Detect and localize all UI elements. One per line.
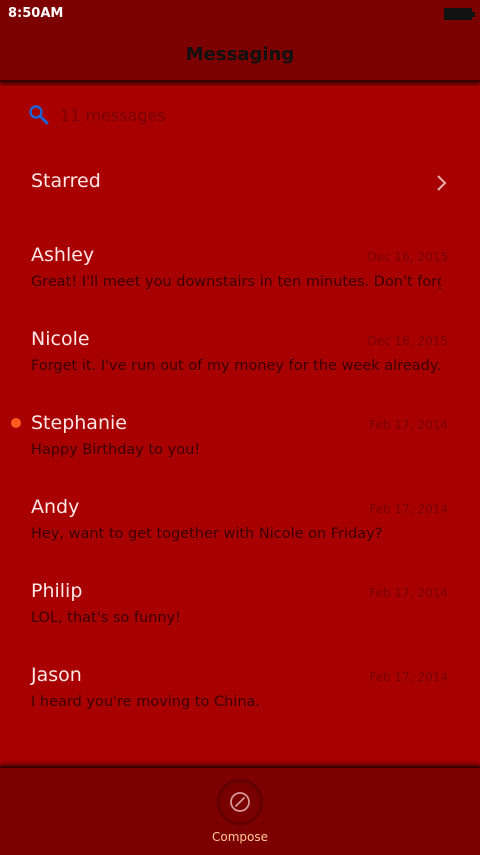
message-date: Dec 16, 2015	[367, 250, 448, 264]
unread-dot-icon	[11, 418, 21, 428]
bottom-bar: Compose	[0, 766, 480, 855]
contact-name: Andy	[31, 496, 80, 518]
conversation-row[interactable]: Ashley Dec 16, 2015 Great! I'll meet you d…	[0, 244, 480, 328]
message-preview: Hey, want to get together with Nicole on…	[31, 526, 383, 542]
battery-icon	[444, 8, 475, 20]
message-date: Feb 17, 2014	[369, 502, 449, 516]
contact-name: Stephanie	[31, 412, 127, 434]
conversation-row[interactable]: Jason Feb 17, 2014 I heard you're moving t…	[0, 664, 480, 748]
message-date: Feb 17, 2014	[369, 586, 449, 600]
starred-row[interactable]: Starred	[0, 154, 480, 210]
contact-name: Nicole	[31, 328, 90, 350]
message-date: Dec 16, 2015	[367, 334, 448, 348]
message-preview: LOL, that's so funny!	[31, 610, 181, 626]
message-count: 11 messages	[60, 105, 166, 125]
contact-name: Ashley	[31, 244, 95, 266]
conversation-row[interactable]: Stephanie Feb 17, 2014 Happy Birthday to y…	[0, 412, 480, 496]
search-bar[interactable]: 11 messages	[28, 102, 448, 128]
message-preview: Forget it. I've run out of my money for …	[31, 358, 441, 374]
contact-name: Jason	[31, 664, 82, 686]
message-preview: Great! I'll meet you downstairs in ten m…	[31, 274, 441, 290]
search-icon	[29, 105, 49, 125]
compose-label: Compose	[211, 830, 268, 844]
title-bar: Messaging	[0, 28, 480, 82]
message-date: Feb 17, 2014	[369, 670, 449, 684]
message-preview: Happy Birthday to you!	[31, 442, 201, 458]
conversation-row[interactable]: Nicole Dec 16, 2015 Forget it. I've run ou…	[0, 328, 480, 412]
status-time: 8:50AM	[8, 6, 64, 21]
message-date: Feb 17, 2014	[369, 418, 449, 432]
conversation-row[interactable]: Philip Feb 17, 2014 LOL, that's so funny!	[0, 580, 480, 664]
message-preview: I heard you're moving to China.	[31, 694, 261, 710]
page-title: Messaging	[185, 43, 295, 65]
status-bar: 8:50AM	[0, 0, 480, 28]
compose-button[interactable]	[218, 780, 262, 824]
conversation-row[interactable]: Andy Feb 17, 2014 Hey, want to get togethe…	[0, 496, 480, 580]
starred-label: Starred	[31, 170, 101, 192]
message-list-panel: 11 messages Starred Ashley Dec 16, 2015 Gr…	[0, 86, 480, 766]
compose-icon	[230, 792, 250, 812]
contact-name: Philip	[31, 580, 83, 602]
chevron-right-icon	[437, 175, 447, 191]
